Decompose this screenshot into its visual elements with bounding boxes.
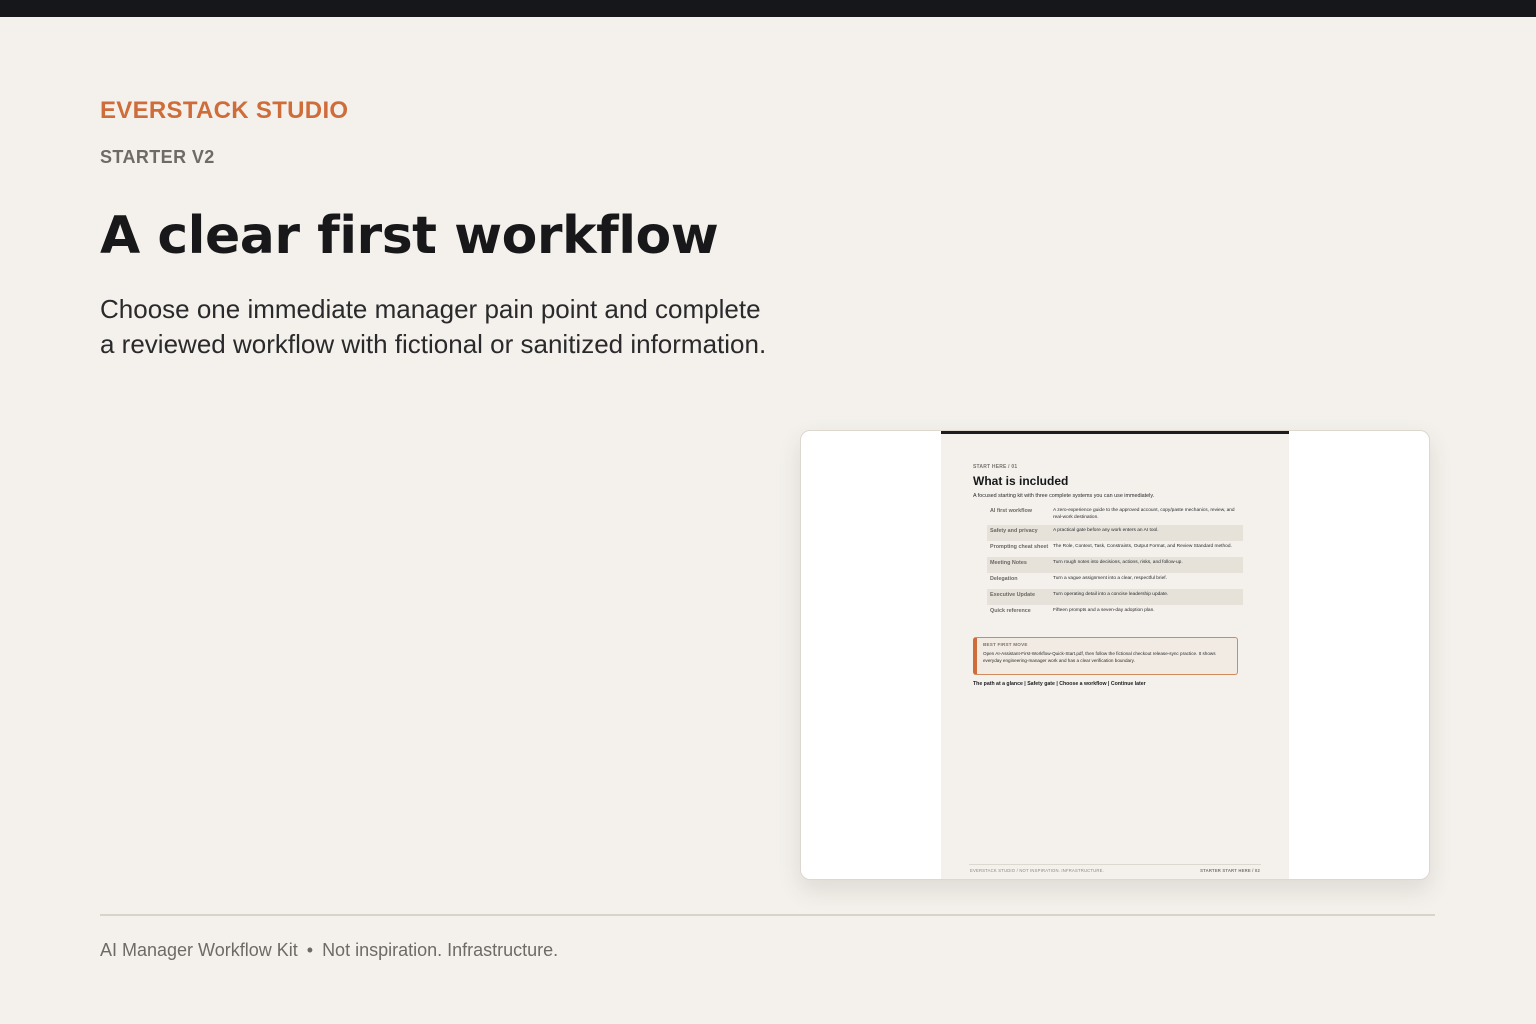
page-footer: AI Manager Workflow Kit • Not inspiration.… — [100, 940, 558, 961]
description-line-2: a reviewed workflow with fictional or sa… — [100, 329, 767, 359]
row-description: A practical gate before any work enters … — [1053, 527, 1159, 533]
page-footer-left: EVERSTACK STUDIO / NOT INSPIRATION. INFR… — [970, 868, 1104, 873]
table-row: Prompting cheat sheet The Role, Context, … — [987, 541, 1243, 557]
product-tier: STARTER V2 — [100, 147, 215, 167]
row-description: The Role, Context, Task, Constraints, Ou… — [1053, 543, 1232, 549]
page-subheading: A focused starting kit with three comple… — [973, 493, 1155, 499]
table-row: Executive Update Turn operating detail in… — [987, 588, 1243, 605]
footer-separator: • — [306, 940, 314, 960]
table-row: AI first workflow A zero-experience guide… — [987, 505, 1243, 525]
contents-table: AI first workflow A zero-experience guide… — [987, 505, 1243, 621]
row-description: Turn a vague assignment into a clear, re… — [1053, 575, 1167, 581]
row-label: Meeting Notes — [990, 559, 1027, 566]
row-label: Safety and privacy — [990, 527, 1038, 534]
footer-divider — [100, 914, 1435, 916]
table-row: Meeting Notes Turn rough notes into decis… — [987, 556, 1243, 573]
document-preview: START HERE / 01 What is included A focus… — [800, 430, 1430, 880]
row-description: Turn operating detail into a concise lea… — [1053, 591, 1169, 597]
row-label: AI first workflow — [990, 508, 1032, 514]
row-description: A zero-experience guide to the approved … — [1053, 508, 1235, 520]
footer-tagline: Not inspiration. Infrastructure. — [322, 940, 559, 960]
top-bar — [0, 0, 1536, 17]
page-description: Choose one immediate manager pain point … — [100, 292, 880, 362]
pdf-page: START HERE / 01 What is included A focus… — [941, 431, 1289, 879]
row-description: Fifteen prompts and a seven-day adoption… — [1053, 607, 1155, 613]
footer-product: AI Manager Workflow Kit — [100, 940, 298, 960]
row-label: Delegation — [990, 575, 1018, 582]
table-row: Delegation Turn a vague assignment into a… — [987, 573, 1243, 589]
row-label: Prompting cheat sheet — [990, 543, 1049, 550]
row-label: Quick reference — [990, 607, 1031, 614]
description-line-1: Choose one immediate manager pain point … — [100, 294, 761, 324]
callout-text: Open AI-Assistant-First-Workflow-Quick-S… — [983, 651, 1216, 663]
row-description: Turn rough notes into decisions, actions… — [1053, 559, 1183, 565]
section-links: The path at a glance | Safety gate | Cho… — [973, 681, 1146, 687]
page-footer-divider — [969, 864, 1261, 865]
page-footer-right: STARTER START HERE / 02 — [1200, 868, 1260, 873]
table-row: Quick reference Fifteen prompts and a sev… — [987, 605, 1243, 621]
table-row: Safety and privacy A practical gate befor… — [987, 524, 1243, 541]
page-title: A clear first workflow — [100, 206, 719, 266]
brand-name: EVERSTACK STUDIO — [100, 97, 349, 124]
callout-label: BEST FIRST MOVE — [983, 642, 1028, 647]
page-heading: What is included — [973, 474, 1069, 488]
page-kicker: START HERE / 01 — [973, 464, 1018, 470]
callout-box: BEST FIRST MOVE Open AI-Assistant-First-… — [973, 637, 1238, 675]
row-label: Executive Update — [990, 591, 1035, 598]
